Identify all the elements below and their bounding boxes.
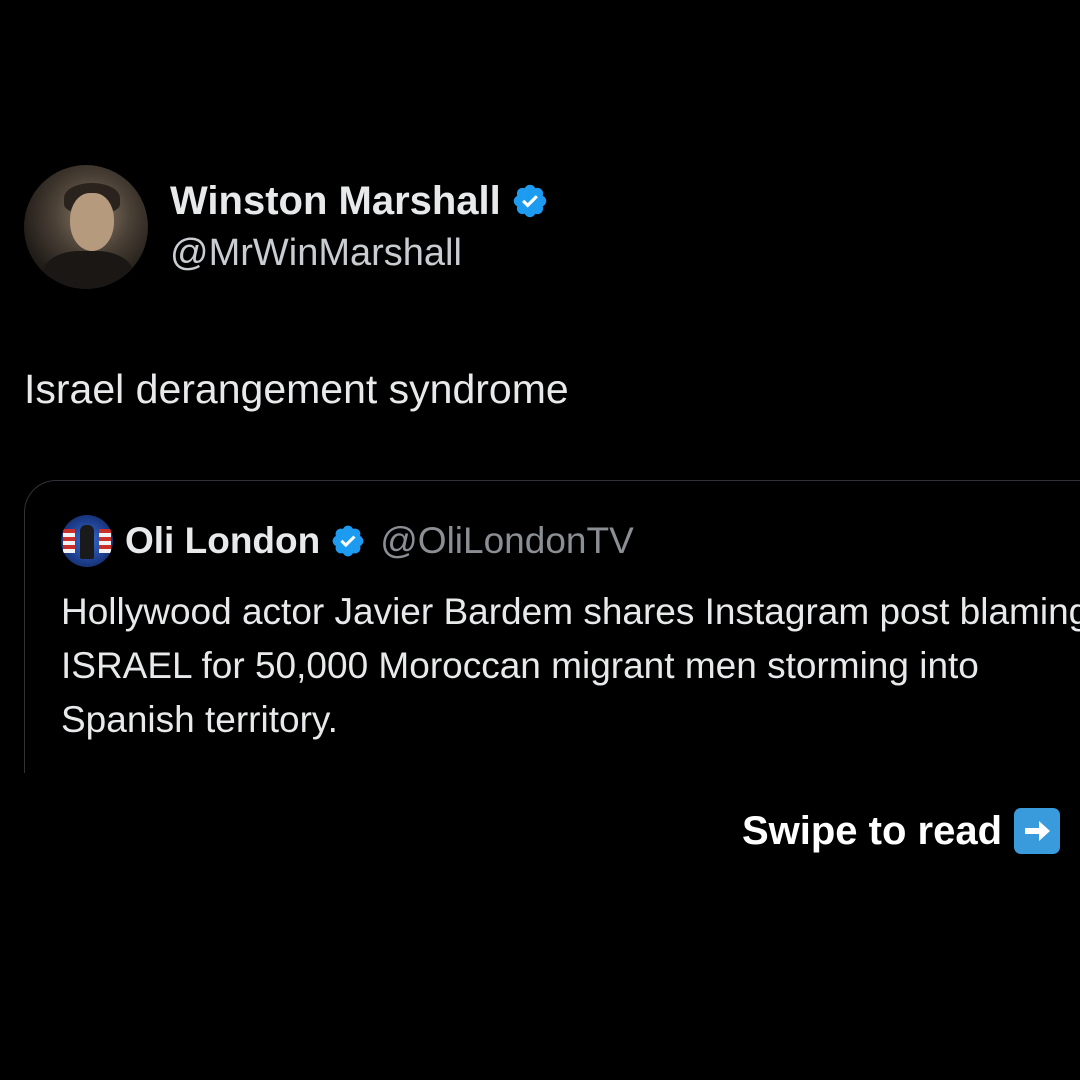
quoted-author-display-name[interactable]: Oli London bbox=[125, 520, 320, 562]
swipe-label: Swipe to read bbox=[741, 808, 1002, 853]
quoted-author-handle[interactable]: @OliLondonTV bbox=[380, 520, 634, 562]
quoted-tweet-card[interactable]: Oli London @OliLondonTV Hollywood actor … bbox=[24, 480, 1080, 773]
swipe-prompt: Swipe to read bbox=[742, 808, 1060, 854]
right-arrow-icon bbox=[1014, 808, 1060, 854]
quoted-avatar[interactable] bbox=[61, 515, 113, 567]
tweet-header: Winston Marshall @MrWinMarshall bbox=[24, 165, 549, 289]
author-names: Winston Marshall @MrWinMarshall bbox=[170, 177, 549, 277]
quoted-tweet-text: Hollywood actor Javier Bardem shares Ins… bbox=[61, 591, 1080, 740]
avatar[interactable] bbox=[24, 165, 148, 289]
author-handle[interactable]: @MrWinMarshall bbox=[170, 229, 549, 277]
verified-badge-icon bbox=[513, 184, 547, 218]
quoted-verified-badge-icon bbox=[332, 525, 364, 557]
quoted-tweet-header: Oli London @OliLondonTV bbox=[61, 515, 634, 567]
tweet-text: Israel derangement syndrome bbox=[24, 366, 569, 412]
author-display-name[interactable]: Winston Marshall bbox=[170, 177, 501, 225]
